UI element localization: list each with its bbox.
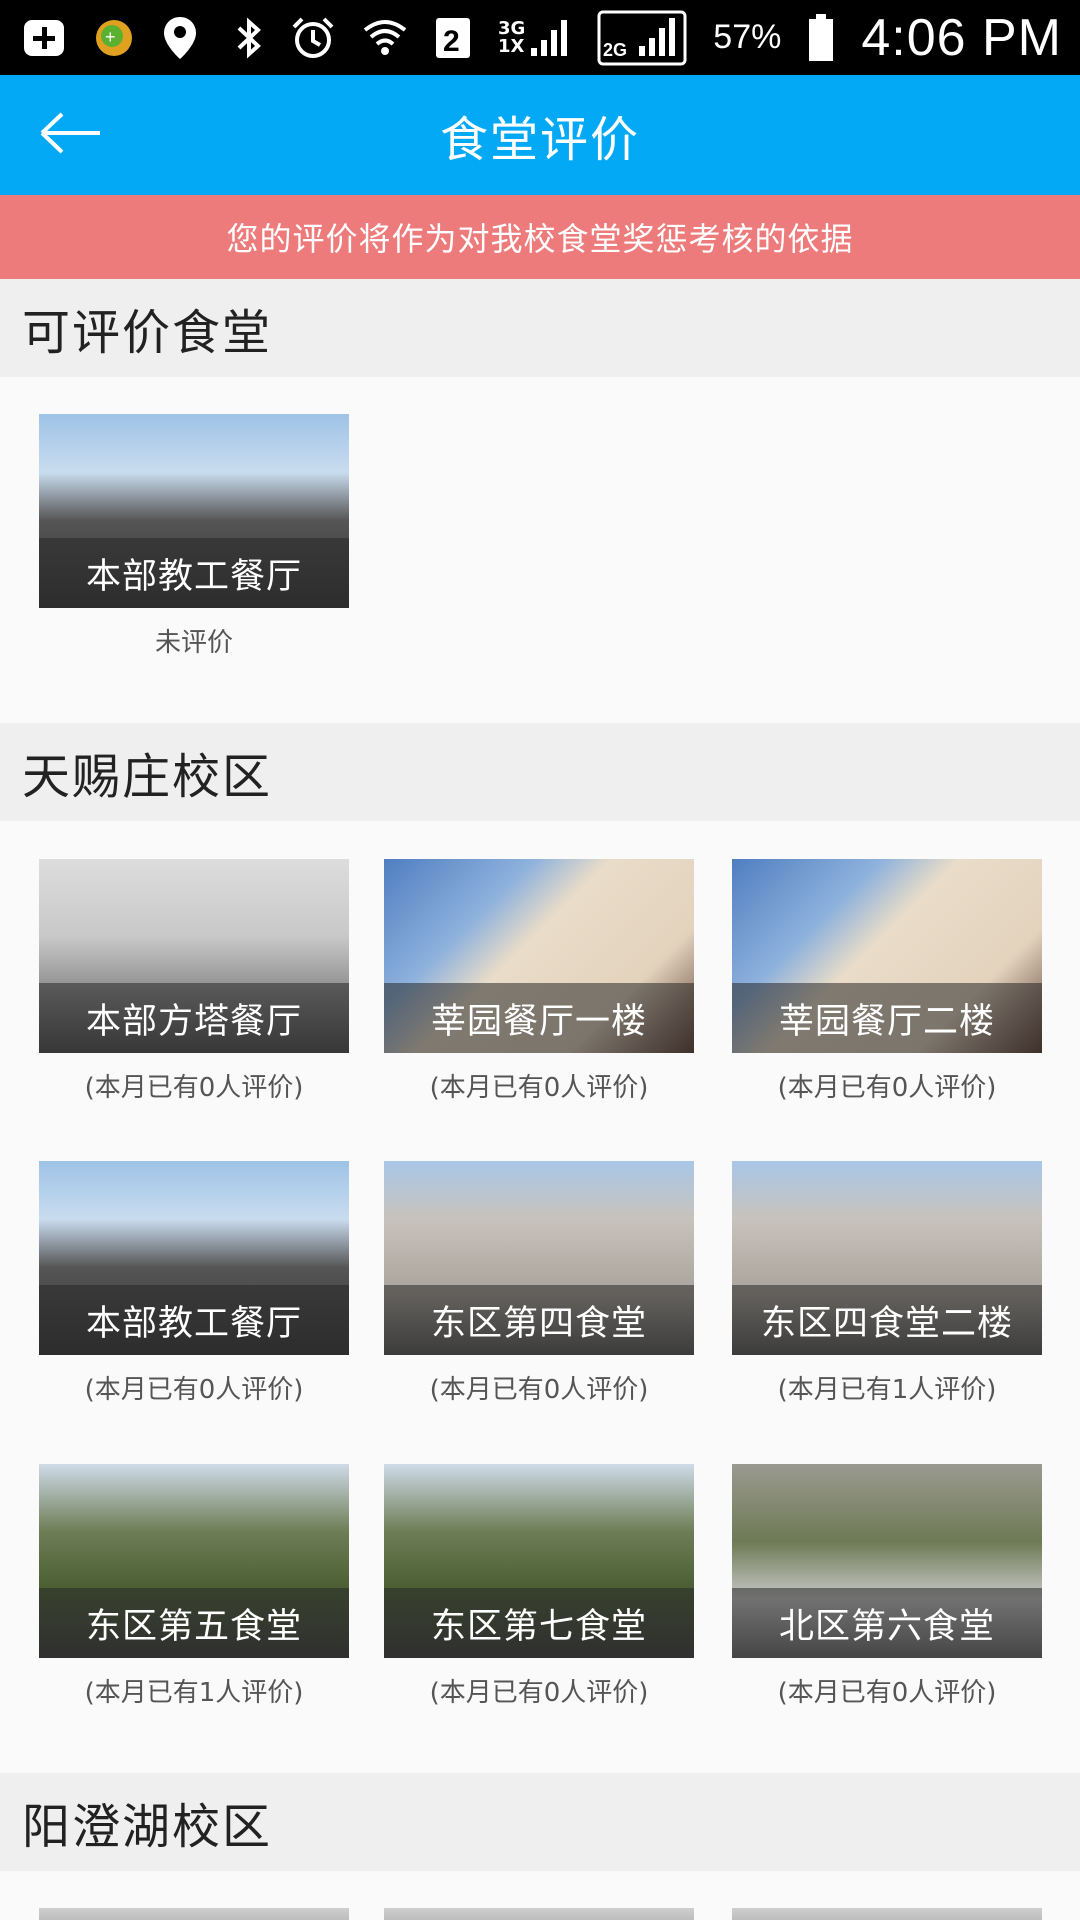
canteen-card[interactable] — [39, 1908, 349, 1920]
canteen-photo: 东区第七食堂 — [384, 1464, 694, 1658]
canteen-card[interactable]: 莘园餐厅二楼 (本月已有0人评价) — [732, 859, 1042, 1104]
canteen-card[interactable] — [384, 1908, 694, 1920]
net-type-1x: 1X — [497, 35, 525, 57]
battery-icon — [807, 13, 835, 63]
canteen-photo: 本部教工餐厅 — [39, 414, 349, 608]
notice-banner: 您的评价将作为对我校食堂奖惩考核的依据 — [0, 195, 1080, 279]
canteen-photo: 北区第六食堂 — [732, 1464, 1042, 1658]
canteen-rating-count: (本月已有0人评价) — [429, 1073, 649, 1103]
svg-text:2: 2 — [443, 25, 460, 58]
clock: 4:06 PM — [861, 8, 1062, 67]
canteen-photo: 东区第四食堂 — [384, 1161, 694, 1355]
canteen-rating-status: 未评价 — [154, 628, 233, 658]
canteen-card[interactable]: 本部教工餐厅 (本月已有0人评价) — [39, 1161, 349, 1406]
canteen-card[interactable]: 北区第六食堂 (本月已有0人评价) — [732, 1464, 1042, 1709]
canteen-rating-count: (本月已有0人评价) — [84, 1375, 304, 1405]
app-badge-icon: + — [92, 16, 136, 60]
canteen-photo — [39, 1908, 349, 1920]
net-type-3g: 3G — [497, 17, 526, 39]
canteen-name: 东区第五食堂 — [39, 1588, 349, 1658]
canteen-name: 本部方塔餐厅 — [39, 983, 349, 1053]
canteen-photo: 莘园餐厅二楼 — [732, 859, 1042, 1053]
canteen-rating-count: (本月已有1人评价) — [777, 1375, 997, 1405]
app-bar: 食堂评价 — [0, 75, 1080, 195]
canteen-rating-count: (本月已有1人评价) — [84, 1678, 304, 1708]
canteen-name: 莘园餐厅一楼 — [384, 983, 694, 1053]
svg-text:2G: 2G — [603, 40, 627, 60]
canteen-photo: 本部方塔餐厅 — [39, 859, 349, 1053]
canteen-card[interactable] — [732, 1908, 1042, 1920]
canteen-card[interactable]: 本部教工餐厅 未评价 — [39, 414, 349, 659]
canteen-name: 本部教工餐厅 — [39, 1285, 349, 1355]
alarm-icon — [290, 15, 336, 61]
wifi-icon — [362, 16, 408, 60]
page-title: 食堂评价 — [439, 112, 640, 168]
canteen-photo: 莘园餐厅一楼 — [384, 859, 694, 1053]
canteen-card[interactable]: 东区四食堂二楼 (本月已有1人评价) — [732, 1161, 1042, 1406]
canteen-photo — [384, 1908, 694, 1920]
canteen-photo: 东区第五食堂 — [39, 1464, 349, 1658]
canteen-name: 东区第七食堂 — [384, 1588, 694, 1658]
signal-2g-icon: 2G — [597, 10, 687, 66]
canteen-card[interactable]: 莘园餐厅一楼 (本月已有0人评价) — [384, 859, 694, 1104]
section-header-yangchenghu: 阳澄湖校区 — [0, 1773, 1080, 1871]
canteen-photo — [732, 1908, 1042, 1920]
section-header-tianci: 天赐庄校区 — [0, 723, 1080, 821]
canteen-name: 本部教工餐厅 — [39, 538, 349, 608]
arrow-left-icon — [38, 108, 104, 162]
canteen-name: 莘园餐厅二楼 — [732, 983, 1042, 1053]
canteen-photo: 东区四食堂二楼 — [732, 1161, 1042, 1355]
canteen-card[interactable]: 东区第四食堂 (本月已有0人评价) — [384, 1161, 694, 1406]
canteen-card[interactable]: 东区第七食堂 (本月已有0人评价) — [384, 1464, 694, 1709]
sim-2-icon: 2 — [434, 16, 472, 60]
canteen-rating-count: (本月已有0人评价) — [777, 1678, 997, 1708]
canteen-name: 东区四食堂二楼 — [732, 1285, 1042, 1355]
bluetooth-icon — [234, 16, 264, 60]
canteen-photo: 本部教工餐厅 — [39, 1161, 349, 1355]
section-header-available: 可评价食堂 — [0, 279, 1080, 377]
canteen-rating-count: (本月已有0人评价) — [429, 1375, 649, 1405]
canteen-card[interactable]: 东区第五食堂 (本月已有1人评价) — [39, 1464, 349, 1709]
canteen-rating-count: (本月已有0人评价) — [84, 1073, 304, 1103]
canteen-name: 北区第六食堂 — [732, 1588, 1042, 1658]
signal-3g-icon: 3G 1X — [498, 18, 571, 58]
canteen-name: 东区第四食堂 — [384, 1285, 694, 1355]
canteen-card[interactable]: 本部方塔餐厅 (本月已有0人评价) — [39, 859, 349, 1104]
canteen-rating-count: (本月已有0人评价) — [777, 1073, 997, 1103]
canteen-rating-count: (本月已有0人评价) — [429, 1678, 649, 1708]
add-box-icon — [22, 18, 66, 58]
svg-text:+: + — [105, 27, 116, 47]
back-button[interactable] — [38, 105, 114, 165]
status-bar: + 2 3G 1X 2G 57% 4:06 PM — [0, 0, 1080, 75]
battery-percent: 57% — [713, 18, 782, 56]
location-pin-icon — [162, 15, 198, 61]
